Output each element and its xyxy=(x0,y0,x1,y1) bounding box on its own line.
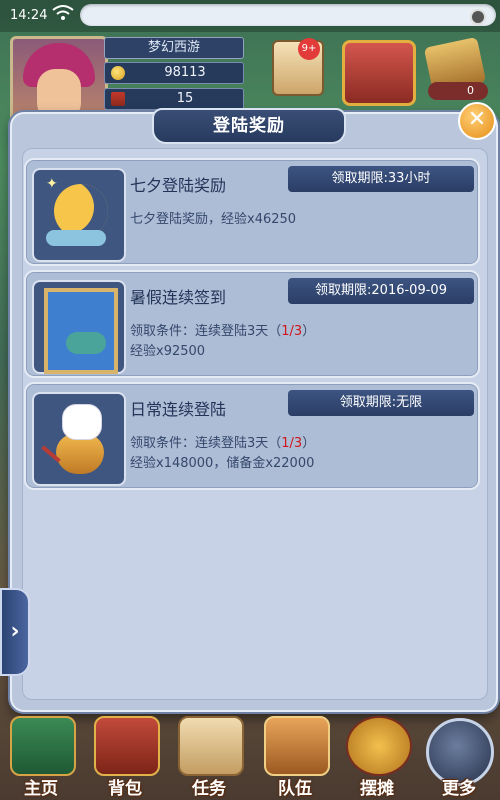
nav-more[interactable]: 更多 xyxy=(414,712,500,800)
close-button[interactable]: ✕ xyxy=(458,102,496,140)
reward-title: 日常连续登陆 xyxy=(130,400,227,419)
fish-painting-icon xyxy=(32,280,126,374)
coin-icon xyxy=(111,66,125,80)
nav-bag[interactable]: 背包 xyxy=(80,712,170,800)
bottom-nav: 主页 背包 任务 队伍 摆摊 更多 xyxy=(0,712,500,800)
gold-row: 98113 xyxy=(104,62,244,84)
stall-icon xyxy=(346,716,412,776)
reward-description: 经验x92500 xyxy=(130,344,206,359)
reward-condition: 领取条件：连续登陆3天（1/3） xyxy=(130,436,316,451)
reward-condition: 领取条件：连续登陆3天（1/3） xyxy=(130,324,316,339)
pagoda-icon xyxy=(10,716,76,776)
reward-deadline: 领取期限:2016-09-09 xyxy=(288,278,474,304)
treasure-box-icon xyxy=(111,92,125,106)
lucky-cat-pot-icon xyxy=(32,392,126,486)
notification-knob-icon xyxy=(470,9,486,25)
dialog-title: 登陆奖励 xyxy=(152,108,346,144)
reward-title: 七夕登陆奖励 xyxy=(130,176,227,195)
nav-home[interactable]: 主页 xyxy=(0,712,86,800)
reward-description: 七夕登陆奖励，经验x46250 xyxy=(130,212,297,227)
items-row: 15 xyxy=(104,88,244,110)
side-expand-arrow-icon[interactable]: › xyxy=(0,588,30,676)
nav-stall[interactable]: 摆摊 xyxy=(332,712,422,800)
reward-card-qixi[interactable]: ✦ ✦ 七夕登陆奖励 领取期限:33小时 七夕登陆奖励，经验x46250 xyxy=(24,158,480,266)
reward-deadline: 领取期限:33小时 xyxy=(288,166,474,192)
nav-quest[interactable]: 任务 xyxy=(164,712,254,800)
treasure-chest-icon[interactable] xyxy=(342,40,416,106)
scroll-icon xyxy=(178,716,244,776)
status-bar: 14:24 xyxy=(0,0,500,32)
nav-team[interactable]: 队伍 xyxy=(250,712,340,800)
counter-badge: 0 xyxy=(428,82,488,100)
clock: 14:24 xyxy=(10,8,48,23)
system-notification-bar[interactable] xyxy=(80,4,496,26)
chest-icon xyxy=(94,716,160,776)
reward-card-summer[interactable]: 暑假连续签到 领取期限:2016-09-09 领取条件：连续登陆3天（1/3） … xyxy=(24,270,480,378)
items-value: 15 xyxy=(176,91,194,106)
gold-value: 98113 xyxy=(164,65,206,80)
wifi-icon xyxy=(52,5,74,20)
reward-card-daily[interactable]: 日常连续登陆 领取期限:无限 领取条件：连续登陆3天（1/3） 经验x14800… xyxy=(24,382,480,490)
player-name: 梦幻西游 xyxy=(104,37,244,59)
reward-deadline: 领取期限:无限 xyxy=(288,390,474,416)
notification-badge: 9+ xyxy=(298,38,320,60)
progress-count: 1/3 xyxy=(281,324,303,339)
team-icon xyxy=(264,716,330,776)
reward-title: 暑假连续签到 xyxy=(130,288,227,307)
moon-icon: ✦ ✦ xyxy=(32,168,126,262)
reward-description: 经验x148000，储备金x22000 xyxy=(130,456,315,471)
progress-count: 1/3 xyxy=(281,436,303,451)
